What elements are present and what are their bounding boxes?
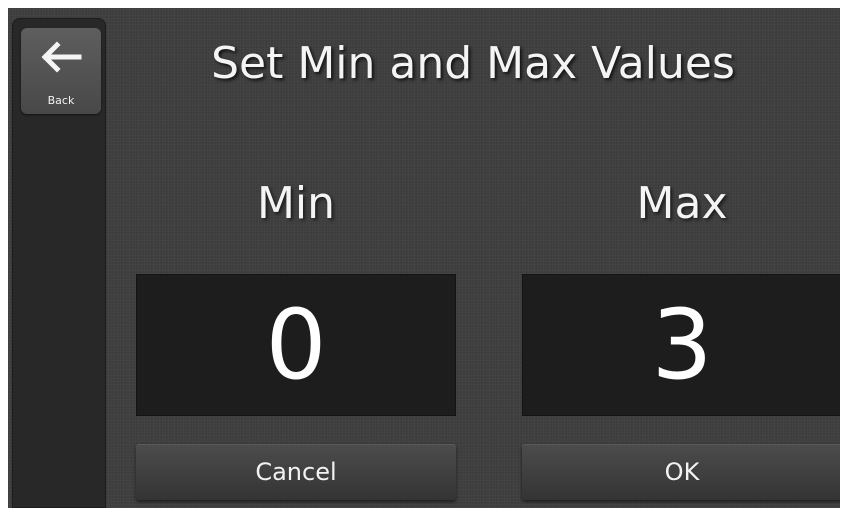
page-title: Set Min and Max Values	[211, 38, 735, 89]
app-window: Back Set Min and Max Values Min Max 0 3 …	[8, 8, 840, 508]
max-value-field[interactable]: 3	[522, 274, 840, 416]
min-value-field[interactable]: 0	[136, 274, 456, 416]
back-label: Back	[47, 94, 75, 107]
max-label: Max	[636, 178, 728, 229]
sidebar: Back	[12, 18, 106, 508]
arrow-left-icon	[41, 41, 82, 73]
cancel-button[interactable]: Cancel	[136, 444, 456, 500]
min-label: Min	[256, 178, 336, 229]
ok-button[interactable]: OK	[522, 444, 840, 500]
back-button[interactable]: Back	[21, 28, 101, 114]
